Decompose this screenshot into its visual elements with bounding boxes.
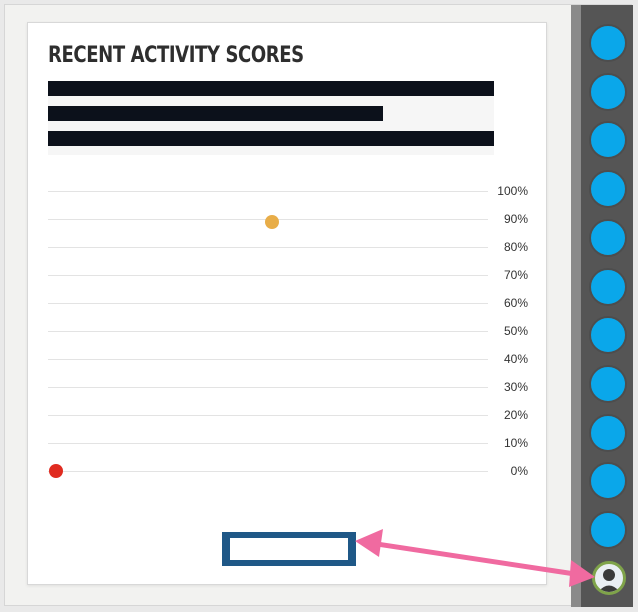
sidebar-nav-circle-icon[interactable]: [589, 316, 627, 355]
user-silhouette-icon: [598, 569, 620, 592]
sidebar-nav-circle-icon[interactable]: [589, 364, 627, 403]
y-tick-label: 30%: [503, 380, 528, 394]
y-tick-label: 0%: [510, 464, 528, 478]
sidebar-scrollbar[interactable]: [571, 5, 581, 607]
user-avatar-icon[interactable]: [592, 561, 626, 595]
y-tick-label: 20%: [503, 408, 528, 422]
gridline: [48, 471, 488, 472]
sidebar-nav-circle-icon[interactable]: [589, 121, 627, 160]
y-tick-label: 80%: [503, 240, 528, 254]
sidebar-nav-circle-icon[interactable]: [589, 24, 627, 62]
y-tick-label: 60%: [503, 296, 528, 310]
scores-chart: 100% 90% 80% 70% 60% 50% 40% 30% 20% 10% 0%: [28, 23, 548, 586]
gridline: [48, 247, 488, 248]
data-point[interactable]: [49, 464, 63, 478]
button-label: [230, 538, 348, 560]
sidebar-nav-circle-icon[interactable]: [589, 170, 627, 209]
y-tick-label: 90%: [503, 212, 528, 226]
y-tick-label: 10%: [503, 436, 528, 450]
sidebar-nav-circle-icon[interactable]: [589, 218, 627, 257]
y-tick-label: 100%: [497, 184, 528, 198]
gridline: [48, 331, 488, 332]
sidebar-nav-circle-icon[interactable]: [589, 511, 627, 549]
y-tick-label: 50%: [503, 324, 528, 338]
sidebar-nav-circle-icon[interactable]: [589, 72, 627, 111]
activity-scores-card: RECENT ACTIVITY SCORES 100% 90% 80% 70% 60% 5…: [27, 22, 547, 585]
y-tick-label: 40%: [503, 352, 528, 366]
gridline: [48, 359, 488, 360]
sidebar: [581, 5, 633, 607]
y-tick-label: 70%: [503, 268, 528, 282]
gridline: [48, 191, 488, 192]
data-point[interactable]: [265, 214, 279, 229]
gridline: [48, 415, 488, 416]
page-frame: RECENT ACTIVITY SCORES 100% 90% 80% 70% 60% 5…: [4, 4, 633, 607]
gridline: [48, 275, 488, 276]
gridline: [48, 303, 488, 304]
sidebar-nav-circle-icon[interactable]: [589, 413, 627, 452]
gridline: [48, 387, 488, 388]
gridline: [48, 443, 488, 444]
sidebar-nav-circle-icon[interactable]: [589, 462, 627, 501]
sidebar-nav-circle-icon[interactable]: [589, 267, 627, 306]
view-more-button[interactable]: [222, 532, 356, 566]
